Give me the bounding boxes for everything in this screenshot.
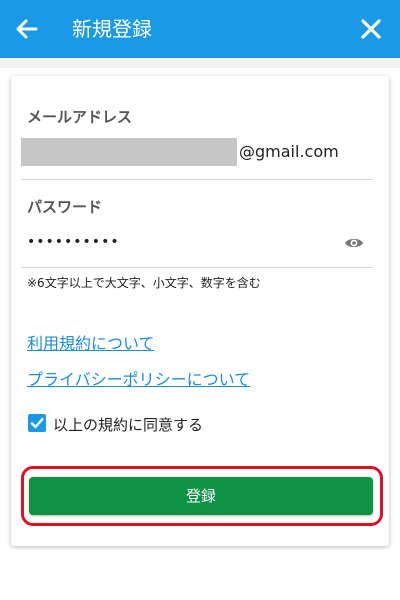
close-button[interactable] xyxy=(356,14,386,44)
privacy-policy-link[interactable]: プライバシーポリシーについて xyxy=(27,366,250,390)
email-label: メールアドレス xyxy=(27,108,133,126)
password-underline xyxy=(21,267,373,268)
page-title: 新規登録 xyxy=(72,17,152,41)
password-label: パスワード xyxy=(27,198,103,216)
email-field-masked[interactable] xyxy=(21,138,237,166)
agree-checkbox[interactable] xyxy=(28,414,46,432)
arrow-left-icon xyxy=(16,19,38,39)
close-icon xyxy=(361,19,381,39)
signup-card: メールアドレス @gmail.com パスワード •••••••••• ※6文字… xyxy=(11,76,389,546)
password-field[interactable]: •••••••••• xyxy=(27,234,120,250)
register-button[interactable]: 登録 xyxy=(29,477,373,515)
header-spacer xyxy=(0,58,400,68)
agree-label: 以上の規約に同意する xyxy=(53,416,204,434)
back-button[interactable] xyxy=(12,14,42,44)
eye-icon xyxy=(345,238,363,248)
password-hint: ※6文字以上で大文字、小文字、数字を含む xyxy=(27,276,261,290)
email-domain-suffix: @gmail.com xyxy=(239,142,339,161)
email-underline xyxy=(21,179,373,180)
terms-link[interactable]: 利用規約について xyxy=(27,330,155,354)
checkmark-icon xyxy=(30,417,44,429)
show-password-button[interactable] xyxy=(343,232,365,254)
app-header: 新規登録 xyxy=(0,0,400,58)
